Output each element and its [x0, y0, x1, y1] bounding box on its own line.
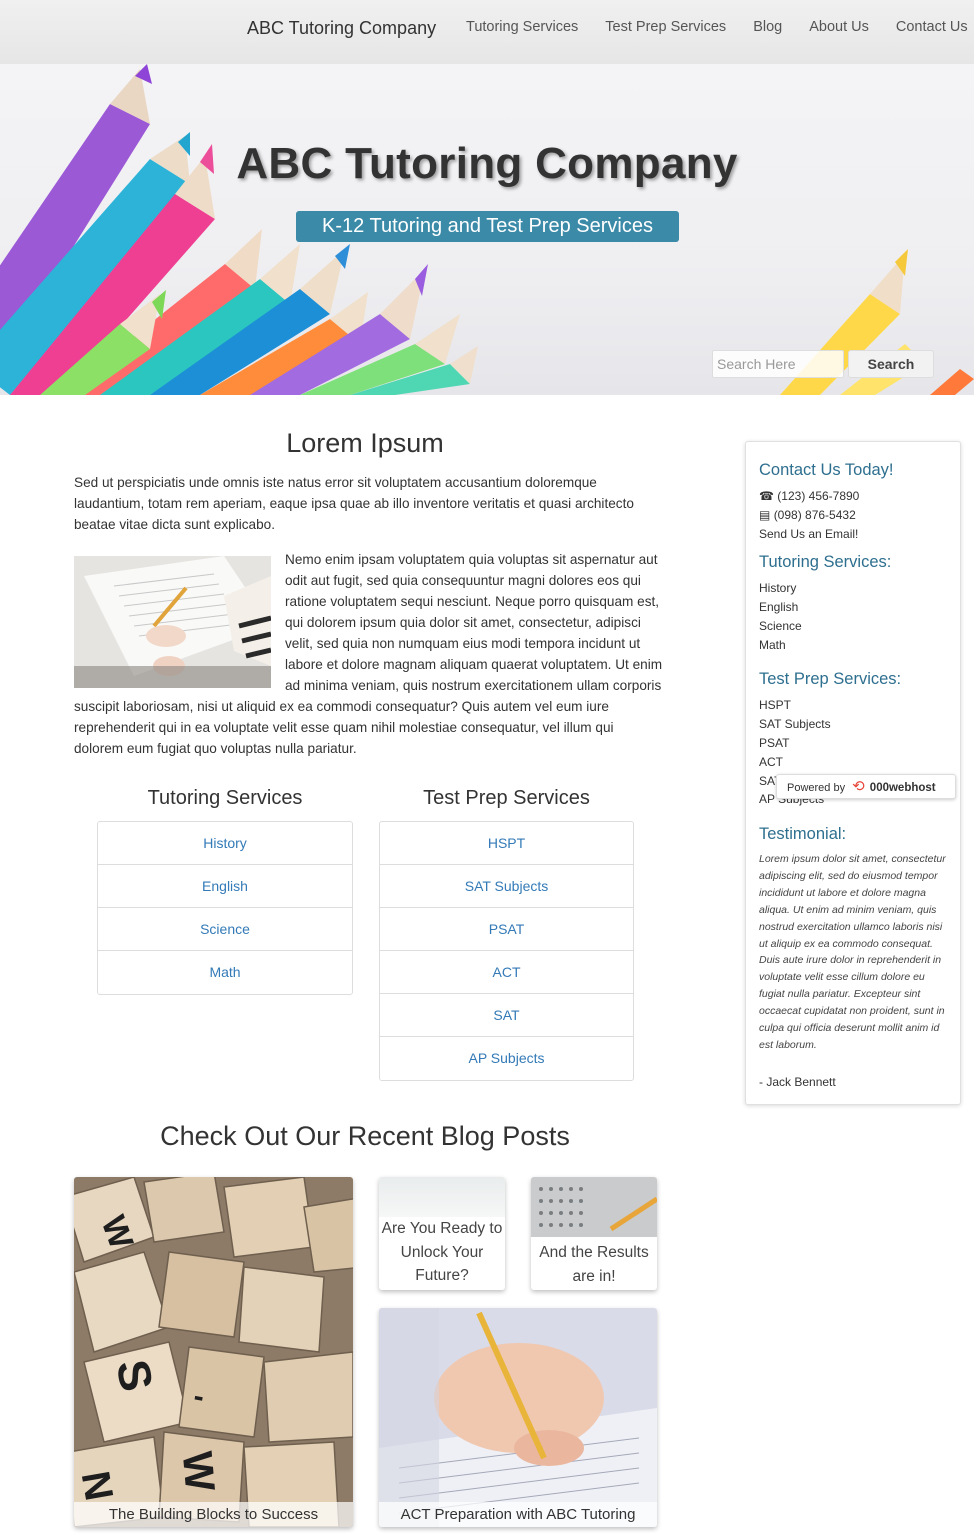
list-item-math[interactable]: Math	[98, 951, 352, 994]
search-button[interactable]: Search	[848, 350, 934, 378]
sidebar-testprep-sat-subjects[interactable]: SAT Subjects	[759, 717, 831, 731]
testimonial-text: Lorem ipsum dolor sit amet, consectetur …	[759, 853, 946, 1051]
sidebar-fax: ▤ (098) 876-5432	[759, 508, 856, 522]
sidebar-tutoring-history[interactable]: History	[759, 581, 796, 595]
powered-by-label: Powered by	[787, 782, 846, 794]
answer-sheet-image	[531, 1177, 657, 1237]
sidebar-contact-title: Contact Us Today!	[759, 461, 894, 479]
sidebar-panel: Contact Us Today! ☎ (123) 456-7890 ▤ (09…	[745, 441, 961, 1105]
tutoring-services-list: History English Science Math	[97, 821, 353, 995]
sidebar-testprep-act[interactable]: ACT	[759, 755, 783, 769]
sidebar-testimonial-title: Testimonial:	[759, 825, 847, 843]
svg-text:W: W	[174, 1450, 224, 1494]
list-item-english[interactable]: English	[98, 865, 352, 908]
list-item-sat[interactable]: SAT	[380, 994, 633, 1037]
list-item-act[interactable]: ACT	[380, 951, 633, 994]
list-item-history[interactable]: History	[98, 822, 352, 865]
powered-by-badge[interactable]: Powered by ⟲ 000webhost	[776, 774, 956, 799]
sidebar-testprep-title: Test Prep Services:	[759, 670, 902, 688]
article-block: Nemo enim ipsam voluptatem quia voluptas…	[74, 549, 664, 759]
phone-icon: ☎	[759, 489, 774, 503]
scrabble-tiles-image: W S - W N	[74, 1177, 353, 1527]
sidebar-tutoring-math[interactable]: Math	[759, 638, 786, 652]
sidebar-tutoring-english[interactable]: English	[759, 600, 798, 614]
search-input[interactable]	[712, 350, 844, 378]
blog-heading: Check Out Our Recent Blog Posts	[160, 1121, 570, 1151]
test-prep-services-title: Test Prep Services	[423, 787, 590, 809]
nav-link-test-prep-services[interactable]: Test Prep Services	[605, 19, 726, 35]
hero-title: ABC Tutoring Company	[236, 139, 738, 188]
blog-post-title-unlock-future[interactable]: Are You Ready to Unlock Your Future?	[379, 1217, 505, 1288]
intro-paragraph: Sed ut perspiciatis unde omnis iste natu…	[74, 475, 634, 532]
sidebar-tutoring-science[interactable]: Science	[759, 619, 802, 633]
test-writing-hand-image	[379, 1308, 657, 1527]
fax-number: (098) 876-5432	[773, 508, 856, 522]
laptop-image-strip	[379, 1177, 505, 1217]
test-prep-services-list: HSPT SAT Subjects PSAT ACT SAT AP Subjec…	[379, 821, 634, 1081]
phone-number[interactable]: (123) 456-7890	[777, 489, 859, 503]
blog-post-title-building-blocks[interactable]: The Building Blocks to Success	[74, 1502, 353, 1527]
student-writing-image	[74, 556, 271, 688]
blog-card-building-blocks[interactable]: W S - W N The Building Blocks to Success	[74, 1177, 353, 1527]
blog-card-results[interactable]: And the Results are in!	[531, 1177, 657, 1290]
blog-card-act-prep[interactable]: ACT Preparation with ABC Tutoring	[379, 1308, 657, 1527]
list-item-sat-subjects[interactable]: SAT Subjects	[380, 865, 633, 908]
nav-links: Tutoring Services Test Prep Services Blo…	[466, 19, 968, 35]
list-item-ap-subjects[interactable]: AP Subjects	[380, 1037, 633, 1080]
sidebar-email-link[interactable]: Send Us an Email!	[759, 527, 858, 541]
sidebar-testprep-psat[interactable]: PSAT	[759, 736, 789, 750]
main-heading: Lorem Ipsum	[286, 428, 444, 458]
sidebar-tutoring-title: Tutoring Services:	[759, 553, 892, 571]
testimonial-author: - Jack Bennett	[759, 1075, 836, 1089]
hero-banner: ABC Tutoring Company K-12 Tutoring and T…	[0, 64, 974, 395]
blog-post-title-act-prep[interactable]: ACT Preparation with ABC Tutoring	[379, 1502, 657, 1527]
list-item-science[interactable]: Science	[98, 908, 352, 951]
webhost-logo-icon: ⟲	[852, 778, 865, 795]
fax-icon: ▤	[759, 508, 771, 522]
list-item-psat[interactable]: PSAT	[380, 908, 633, 951]
navbar: ABC Tutoring Company Tutoring Services T…	[0, 0, 974, 64]
nav-brand[interactable]: ABC Tutoring Company	[247, 18, 436, 39]
hero-subtitle-badge: K-12 Tutoring and Test Prep Services	[296, 211, 679, 242]
nav-link-contact-us[interactable]: Contact Us	[896, 19, 968, 35]
blog-card-unlock-future[interactable]: Are You Ready to Unlock Your Future?	[379, 1177, 505, 1290]
list-item-hspt[interactable]: HSPT	[380, 822, 633, 865]
tutoring-services-title: Tutoring Services	[147, 787, 303, 809]
sidebar-phone[interactable]: ☎ (123) 456-7890	[759, 489, 859, 503]
nav-link-about-us[interactable]: About Us	[809, 19, 869, 35]
blog-post-title-results[interactable]: And the Results are in!	[531, 1241, 657, 1288]
nav-link-tutoring-services[interactable]: Tutoring Services	[466, 19, 578, 35]
sidebar-testprep-hspt[interactable]: HSPT	[759, 698, 791, 712]
nav-link-blog[interactable]: Blog	[753, 19, 782, 35]
webhost-brand[interactable]: 000webhost	[870, 782, 936, 794]
